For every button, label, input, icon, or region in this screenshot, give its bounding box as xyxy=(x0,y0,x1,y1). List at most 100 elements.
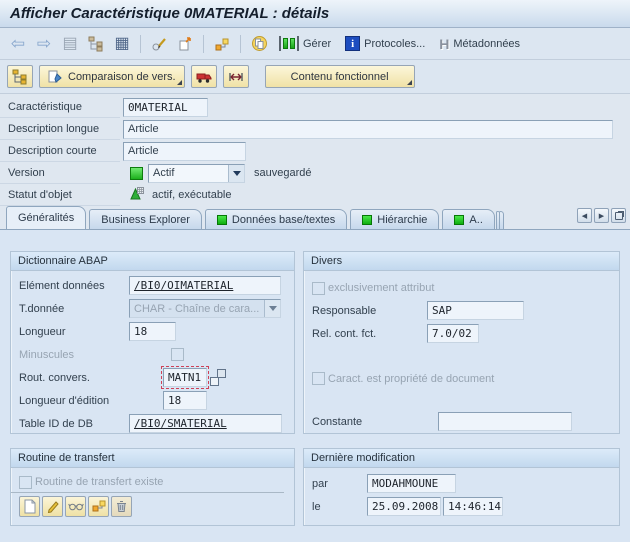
where-used-icon xyxy=(92,499,106,513)
transport-truck-button[interactable] xyxy=(191,65,217,88)
protocoles-button[interactable]: i Protocoles... xyxy=(339,32,431,56)
tab-label: Données base/textes xyxy=(232,214,335,226)
row-description-longue: Description longue Article xyxy=(0,118,630,140)
tab-scroll-left-button[interactable]: ◀ xyxy=(577,208,592,223)
standard-toolbar: ⇦ ⇨ ▤ ▦ Gérer i Protocoles... H xyxy=(0,28,630,60)
group-title-text: Routine de transfert xyxy=(18,452,115,464)
tdonnee-label: T.donnée xyxy=(19,303,129,315)
grid-icon: ▦ xyxy=(114,36,129,52)
row-table-id-db: Table ID de DB /BI0/SMATERIAL xyxy=(11,412,294,435)
row-caracteristique: Caractéristique 0MATERIAL xyxy=(0,96,630,118)
group-title-text: Dernière modification xyxy=(311,452,415,464)
tab-scroll-right-button[interactable]: ▶ xyxy=(594,208,609,223)
copy-button[interactable] xyxy=(173,32,197,56)
tab-status-green-icon xyxy=(217,215,227,225)
forward-button[interactable]: ⇨ xyxy=(32,32,56,56)
routine-create-button[interactable] xyxy=(19,496,40,517)
possible-entries-icon[interactable] xyxy=(210,369,226,386)
longueur-edition-label: Longueur d'édition xyxy=(19,395,129,407)
combo-arrow[interactable] xyxy=(228,165,244,182)
hierarchy-button[interactable] xyxy=(84,32,108,56)
toolbar-separator xyxy=(140,35,141,53)
row-constante: Constante xyxy=(304,410,619,433)
application-toolbar: Comparaison de vers. Contenu fonctionnel xyxy=(0,60,630,94)
rout-convers-field[interactable]: MATN1 xyxy=(163,368,207,387)
rel-cont-fct-label: Rel. cont. fct. xyxy=(312,328,422,340)
responsable-field[interactable]: SAP xyxy=(427,301,524,320)
routine-where-used-button[interactable] xyxy=(88,496,109,517)
tab-business-explorer[interactable]: Business Explorer xyxy=(89,209,202,229)
version-combobox[interactable]: Actif xyxy=(148,164,245,183)
tab-attributs-truncated[interactable]: A.. xyxy=(442,209,494,229)
contenu-fonctionnel-button[interactable]: Contenu fonctionnel xyxy=(265,65,415,88)
metadonnees-button[interactable]: H Métadonnées xyxy=(433,32,526,56)
rel-cont-fct-field[interactable]: 7.0/02 xyxy=(427,324,479,343)
overview-icon: ▤ xyxy=(62,36,77,52)
back-button[interactable]: ⇦ xyxy=(6,32,30,56)
row-statut: Statut d'objet actif, exécutable xyxy=(0,184,630,206)
element-donnees-label: Elément données xyxy=(19,280,129,292)
spacer xyxy=(304,345,619,367)
rout-convers-label: Rout. convers. xyxy=(19,372,129,384)
copies-button[interactable] xyxy=(247,32,271,56)
row-longueur-edition: Longueur d'édition 18 xyxy=(11,389,294,412)
longueur-label: Longueur xyxy=(19,326,129,338)
routine-delete-button[interactable] xyxy=(111,496,132,517)
constante-field[interactable] xyxy=(438,412,572,431)
caracteristique-field[interactable]: 0MATERIAL xyxy=(123,98,208,117)
tab-generalites[interactable]: Généralités xyxy=(6,206,86,229)
tab-expand-button[interactable] xyxy=(611,208,626,223)
chevron-down-icon xyxy=(269,306,277,311)
transport-connection-button[interactable] xyxy=(223,65,249,88)
gerer-button[interactable]: Gérer xyxy=(273,32,337,56)
gerer-label: Gérer xyxy=(303,38,331,50)
caract-propriete-document-checkbox xyxy=(312,372,325,385)
routine-display-button[interactable] xyxy=(65,496,86,517)
version-compare-icon xyxy=(48,69,63,84)
routine-change-button[interactable] xyxy=(42,496,63,517)
routine-existe-checkbox xyxy=(19,476,32,489)
row-minuscules: Minuscules xyxy=(11,343,294,366)
modifie-par-field[interactable]: MODAHMOUNE xyxy=(367,474,456,493)
grid-display-button[interactable]: ▦ xyxy=(110,32,134,56)
tab-scroll-controls: ◀ ▶ xyxy=(577,208,626,223)
description-longue-field[interactable]: Article xyxy=(123,120,613,139)
gerer-icon xyxy=(279,36,299,51)
routine-existe-label: Routine de transfert existe xyxy=(35,476,163,488)
version-compare-button[interactable]: Comparaison de vers. xyxy=(39,65,185,88)
tab-hierarchie[interactable]: Hiérarchie xyxy=(350,209,439,229)
statut-label: Statut d'objet xyxy=(0,184,120,206)
version-compare-label: Comparaison de vers. xyxy=(68,71,176,83)
toolbar-separator xyxy=(240,35,241,53)
tdonnee-value: CHAR - Chaîne de cara... xyxy=(130,300,264,317)
back-arrow-icon: ⇦ xyxy=(11,35,25,52)
row-tdonnee: T.donnée CHAR - Chaîne de cara... xyxy=(11,297,294,320)
page-title: Afficher Caractéristique 0MATERIAL : dét… xyxy=(10,5,329,22)
chevron-down-icon xyxy=(233,171,241,176)
combo-arrow xyxy=(264,300,280,317)
longueur-edition-field[interactable]: 18 xyxy=(163,391,207,410)
tree-icon xyxy=(12,69,28,85)
contenu-fonctionnel-label: Contenu fonctionnel xyxy=(291,71,389,83)
tab-donnees-base-textes[interactable]: Données base/textes xyxy=(205,209,347,229)
dropdown-corner-icon xyxy=(177,80,182,85)
row-longueur: Longueur 18 xyxy=(11,320,294,343)
description-courte-field[interactable]: Article xyxy=(123,142,246,161)
responsable-label: Responsable xyxy=(312,305,422,317)
display-change-button[interactable] xyxy=(147,32,171,56)
modifie-date-field[interactable]: 25.09.2008 xyxy=(367,497,441,516)
row-rel-cont-fct: Rel. cont. fct. 7.0/02 xyxy=(304,322,619,345)
where-used-button[interactable] xyxy=(210,32,234,56)
exclusivement-attribut-label: exclusivement attribut xyxy=(328,282,434,294)
element-donnees-field[interactable]: /BI0/OIMATERIAL xyxy=(129,276,281,295)
group-title: Divers xyxy=(304,252,619,271)
row-description-courte: Description courte Article xyxy=(0,140,630,162)
tab-strip: Généralités Business Explorer Données ba… xyxy=(0,206,630,229)
longueur-field[interactable]: 18 xyxy=(129,322,176,341)
tab-label: Généralités xyxy=(18,212,74,224)
modifie-time-field[interactable]: 14:46:14 xyxy=(443,497,503,516)
table-id-db-field[interactable]: /BI0/SMATERIAL xyxy=(129,414,282,433)
exclusivement-attribut-checkbox xyxy=(312,282,325,295)
tree-view-button[interactable] xyxy=(7,65,33,88)
overview-button[interactable]: ▤ xyxy=(58,32,82,56)
